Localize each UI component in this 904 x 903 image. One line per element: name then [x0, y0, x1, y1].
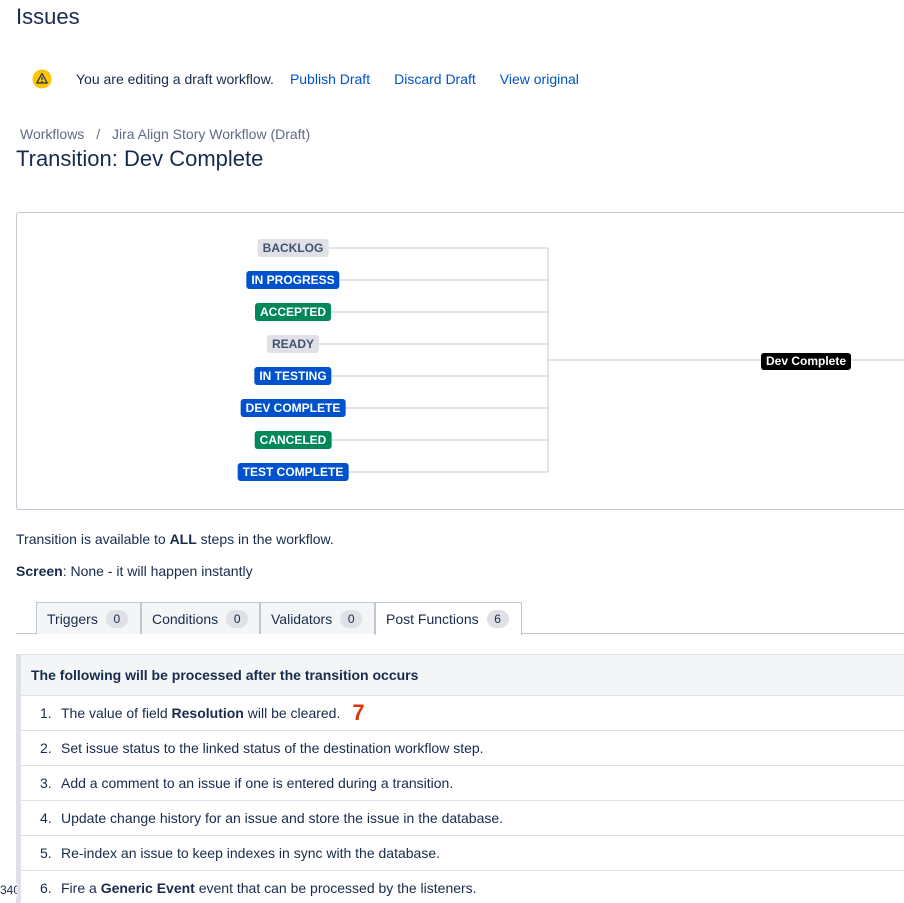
item-text: Add a comment to an issue if one is ente…: [61, 775, 454, 791]
post-functions-heading: The following will be processed after th…: [21, 654, 904, 696]
item-text: The value of field: [61, 705, 168, 721]
item-number: 2.: [40, 740, 52, 756]
breadcrumb-workflows[interactable]: Workflows: [20, 126, 84, 142]
status-lozenge: CANCELED: [254, 431, 332, 449]
destination-status-label: Dev Complete: [761, 353, 852, 370]
item-number: 4.: [40, 810, 52, 826]
tab-count-badge: 0: [105, 609, 128, 628]
status-lozenge: DEV COMPLETE: [240, 399, 346, 417]
tab-count-badge: 0: [226, 609, 249, 628]
availability-prefix: Transition is available to: [16, 531, 166, 547]
post-function-item: 6. Fire a Generic Event event that can b…: [21, 871, 904, 903]
tab-validators[interactable]: Validators 0: [260, 602, 375, 634]
draft-workflow-banner: You are editing a draft workflow. Publis…: [32, 66, 603, 92]
status-lozenge: READY: [266, 335, 320, 353]
view-original-link[interactable]: View original: [500, 71, 579, 87]
item-text: Set issue status to the linked status of…: [61, 740, 484, 756]
transition-title: Transition: Dev Complete: [16, 146, 264, 171]
status-lozenge: TEST COMPLETE: [237, 463, 349, 481]
post-function-item: 2. Set issue status to the linked status…: [21, 731, 904, 766]
availability-suffix: steps in the workflow.: [200, 531, 334, 547]
transition-tabs: Triggers 0 Conditions 0 Validators 0 Pos…: [16, 602, 904, 635]
annotation-marker: 7: [352, 700, 365, 725]
tab-label: Validators: [271, 610, 333, 627]
discard-draft-link[interactable]: Discard Draft: [394, 71, 476, 87]
item-number: 1.: [40, 705, 52, 721]
screen-note: Screen: None - it will happen instantly: [16, 563, 253, 579]
availability-note: Transition is available to ALL steps in …: [16, 531, 334, 547]
status-lozenge: BACKLOG: [257, 239, 329, 257]
clipped-edge-text: 340: [0, 883, 17, 897]
page-title: Issues: [16, 4, 80, 29]
post-function-item: 1. The value of field Resolution will be…: [21, 696, 904, 731]
publish-draft-link[interactable]: Publish Draft: [290, 71, 370, 87]
post-function-item: 5. Re-index an issue to keep indexes in …: [21, 836, 904, 871]
item-number: 3.: [40, 775, 52, 791]
post-functions-panel: The following will be processed after th…: [16, 654, 904, 903]
item-text: Fire a: [61, 880, 97, 896]
item-text-suffix: will be cleared.: [247, 705, 341, 721]
tab-post-functions[interactable]: Post Functions 6: [375, 602, 522, 635]
breadcrumb: Workflows / Jira Align Story Workflow (D…: [20, 126, 310, 142]
breadcrumb-current-workflow[interactable]: Jira Align Story Workflow (Draft): [112, 126, 310, 142]
status-lozenge: ACCEPTED: [254, 303, 332, 321]
availability-all: ALL: [169, 531, 197, 547]
item-text: Update change history for an issue and s…: [61, 810, 504, 826]
item-text-suffix: event that can be processed by the liste…: [198, 880, 477, 896]
breadcrumb-separator: /: [96, 126, 101, 142]
item-field-resolution: Resolution: [171, 705, 244, 721]
tab-label: Post Functions: [386, 611, 479, 627]
post-function-item: 4. Update change history for an issue an…: [21, 801, 904, 836]
item-number: 6.: [40, 880, 52, 896]
item-event-name: Generic Event: [100, 880, 195, 896]
tab-count-badge: 6: [486, 610, 509, 628]
screen-label: Screen: [16, 563, 63, 579]
item-text: Re-index an issue to keep indexes in syn…: [61, 845, 441, 861]
draft-message: You are editing a draft workflow.: [76, 71, 274, 87]
post-function-item: 3. Add a comment to an issue if one is e…: [21, 766, 904, 801]
tab-label: Triggers: [47, 610, 98, 627]
status-lozenge: IN PROGRESS: [246, 271, 340, 289]
screen-value: : None - it will happen instantly: [62, 563, 253, 579]
warning-icon: [32, 69, 52, 89]
item-number: 5.: [40, 845, 52, 861]
status-lozenge: IN TESTING: [254, 367, 332, 385]
tab-triggers[interactable]: Triggers 0: [36, 602, 141, 634]
tab-label: Conditions: [152, 610, 219, 627]
tab-count-badge: 0: [340, 609, 363, 628]
tab-conditions[interactable]: Conditions 0: [141, 602, 260, 634]
workflow-diagram: Dev Complete BACKLOG IN PROGRESS ACCEPTED R…: [16, 212, 904, 510]
